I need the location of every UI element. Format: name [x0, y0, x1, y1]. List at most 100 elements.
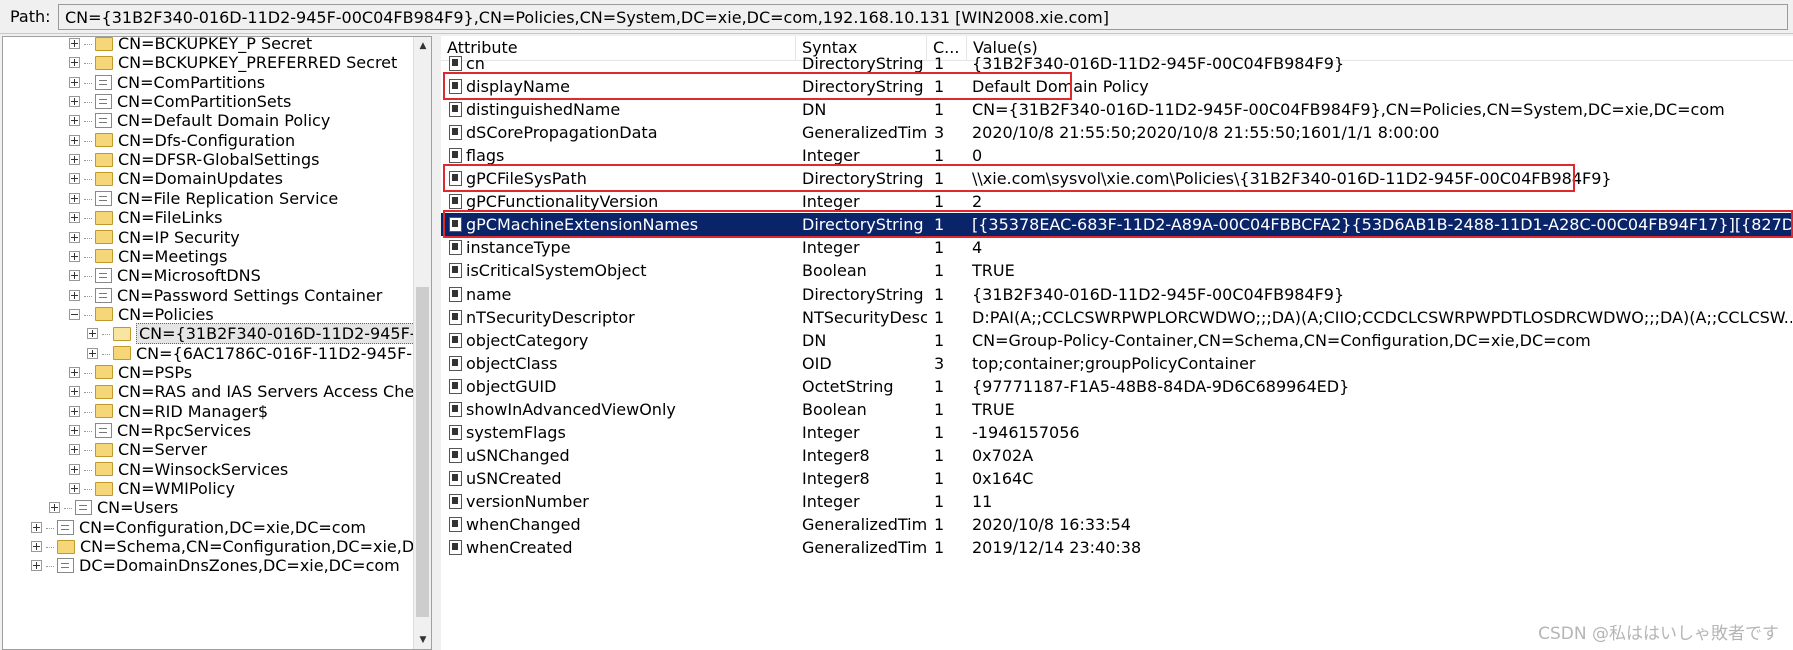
- expand-plus-icon[interactable]: [69, 250, 80, 262]
- expand-plus-icon[interactable]: [69, 115, 80, 127]
- table-row[interactable]: isCriticalSystemObject Boolean 1 TRUE: [441, 259, 1793, 282]
- scroll-thumb[interactable]: [416, 287, 429, 617]
- expand-plus-icon[interactable]: [69, 231, 80, 243]
- tree-connector: [84, 44, 92, 45]
- tree-item-label: CN=Default Domain Policy: [117, 111, 331, 131]
- cell-syntax: OID: [802, 353, 832, 373]
- table-row[interactable]: whenChanged GeneralizedTime 1 2020/10/8 16:…: [441, 513, 1793, 536]
- table-row[interactable]: displayName DirectoryString 1 Default Domai…: [441, 75, 1793, 98]
- expand-plus-icon[interactable]: [87, 328, 98, 340]
- cell-value: top;container;groupPolicyContainer: [972, 353, 1256, 373]
- expand-plus-icon[interactable]: [69, 192, 80, 204]
- cell-syntax: OctetString: [802, 376, 894, 396]
- tree-connector: [46, 566, 54, 568]
- table-row[interactable]: showInAdvancedViewOnly Boolean 1 TRUE: [441, 398, 1793, 421]
- attribute-icon: [449, 217, 462, 233]
- table-row[interactable]: instanceType Integer 1 4: [441, 236, 1793, 259]
- cell-count: 1: [934, 330, 945, 350]
- tree-connector: [64, 508, 72, 510]
- table-row[interactable]: uSNCreated Integer8 1 0x164C: [441, 467, 1793, 490]
- expand-plus-icon[interactable]: [69, 134, 80, 146]
- watermark: CSDN @私ははいしゃ敗者です: [1538, 624, 1779, 644]
- folder-icon: [57, 539, 75, 554]
- attribute-icon: [449, 56, 462, 71]
- tree-connector: [84, 102, 92, 104]
- table-row[interactable]: dSCorePropagationData GeneralizedTime 3 202…: [441, 121, 1793, 144]
- table-row[interactable]: uSNChanged Integer8 1 0x702A: [441, 444, 1793, 467]
- attribute-grid[interactable]: Attribute Syntax C... Value(s) cn Directo…: [441, 36, 1793, 650]
- cell-count: 1: [934, 100, 945, 120]
- cell-attribute: instanceType: [449, 236, 789, 259]
- table-row[interactable]: distinguishedName DN 1 CN={31B2F340-016D-11…: [441, 98, 1793, 121]
- attribute-name: whenCreated: [466, 538, 573, 558]
- tree-item[interactable]: DC=DomainDnsZones,DC=xie,DC=com: [31, 555, 400, 577]
- rpc-icon: [95, 423, 112, 438]
- tree-connector: [84, 295, 92, 297]
- cell-count: 1: [934, 538, 945, 558]
- attribute-name: uSNCreated: [466, 468, 562, 488]
- table-row[interactable]: gPCMachineExtensionNames DirectoryString 1…: [441, 213, 1793, 237]
- attribute-name: instanceType: [466, 238, 571, 258]
- table-row[interactable]: systemFlags Integer 1 -1946157056: [441, 421, 1793, 444]
- expand-plus-icon[interactable]: [69, 212, 80, 224]
- tree-item-label: DC=DomainDnsZones,DC=xie,DC=com: [79, 556, 400, 576]
- expand-plus-icon[interactable]: [69, 154, 80, 166]
- table-row[interactable]: flags Integer 1 0: [441, 144, 1793, 167]
- cell-attribute: gPCFunctionalityVersion: [449, 190, 789, 213]
- expand-plus-icon[interactable]: [69, 425, 80, 436]
- table-row[interactable]: versionNumber Integer 1 11: [441, 490, 1793, 513]
- table-row[interactable]: objectClass OID 3 top;container;groupPolicy…: [441, 352, 1793, 375]
- table-row[interactable]: gPCFileSysPath DirectoryString 1 \\xie.com\…: [441, 167, 1793, 190]
- tree-item-label: CN=File Replication Service: [117, 188, 339, 208]
- expand-plus-icon[interactable]: [69, 386, 80, 398]
- expand-plus-icon[interactable]: [69, 96, 80, 108]
- table-row[interactable]: whenCreated GeneralizedTime 1 2019/12/14 23…: [441, 536, 1793, 559]
- expand-plus-icon[interactable]: [31, 521, 42, 533]
- tree-item-label: CN=DFSR-GlobalSettings: [118, 150, 320, 170]
- expand-plus-icon[interactable]: [69, 289, 80, 301]
- expand-plus-icon[interactable]: [87, 347, 98, 359]
- table-row[interactable]: objectGUID OctetString 1 {97771187-F1A5-48B…: [441, 375, 1793, 398]
- cell-syntax: NTSecurityDescri...: [802, 307, 927, 327]
- expand-plus-icon[interactable]: [69, 173, 80, 185]
- scroll-up-arrow-icon[interactable]: ▲: [414, 37, 431, 55]
- container-icon: [95, 94, 112, 110]
- expand-plus-icon[interactable]: [69, 483, 80, 495]
- expand-plus-icon[interactable]: [69, 405, 80, 417]
- cell-value: Default Domain Policy: [972, 77, 1149, 97]
- cell-attribute: uSNChanged: [449, 444, 789, 467]
- expand-plus-icon[interactable]: [69, 57, 80, 69]
- cell-value: 11: [972, 491, 993, 511]
- cell-syntax: Boolean: [802, 261, 867, 281]
- table-row[interactable]: name DirectoryString 1 {31B2F340-016D-11D2-…: [441, 283, 1793, 306]
- cell-attribute: whenChanged: [449, 513, 789, 536]
- table-row[interactable]: nTSecurityDescriptor NTSecurityDescri... 1…: [441, 306, 1793, 329]
- expand-plus-icon[interactable]: [69, 76, 80, 88]
- scroll-down-arrow-icon[interactable]: ▼: [414, 631, 431, 649]
- expand-plus-icon[interactable]: [31, 560, 42, 572]
- attribute-icon: [449, 171, 462, 187]
- expand-plus-icon[interactable]: [69, 270, 80, 282]
- tree-connector: [84, 198, 92, 200]
- collapse-minus-icon[interactable]: [69, 308, 80, 320]
- table-row[interactable]: objectCategory DN 1 CN=Group-Policy-Contain…: [441, 329, 1793, 352]
- attribute-icon: [449, 263, 462, 279]
- expand-plus-icon[interactable]: [69, 38, 80, 49]
- tree-connector: [84, 469, 92, 471]
- expand-plus-icon[interactable]: [69, 463, 80, 475]
- folder-icon: [95, 365, 113, 380]
- expand-plus-icon[interactable]: [49, 502, 60, 514]
- folder-icon: [95, 481, 113, 496]
- tree-item-label: CN=Configuration,DC=xie,DC=com: [79, 517, 366, 537]
- expand-plus-icon[interactable]: [31, 541, 42, 553]
- tree-vertical-scrollbar[interactable]: ▲ ▼: [413, 37, 431, 649]
- expand-plus-icon[interactable]: [69, 444, 80, 456]
- cell-value: CN={31B2F340-016D-11D2-945F-00C04FB984F9…: [972, 100, 1725, 120]
- object-tree[interactable]: CN=BCKUPKEY_P Secret CN=BCKUPKEY_PREFERRE…: [2, 36, 432, 650]
- cell-count: 1: [934, 376, 945, 396]
- table-row[interactable]: gPCFunctionalityVersion Integer 1 2: [441, 190, 1793, 213]
- path-field[interactable]: CN={31B2F340-016D-11D2-945F-00C04FB984F9…: [58, 4, 1788, 30]
- expand-plus-icon[interactable]: [69, 366, 80, 378]
- table-row[interactable]: cn DirectoryString 1 {31B2F340-016D-11D2-94…: [441, 52, 1793, 75]
- tree-connector: [84, 431, 92, 432]
